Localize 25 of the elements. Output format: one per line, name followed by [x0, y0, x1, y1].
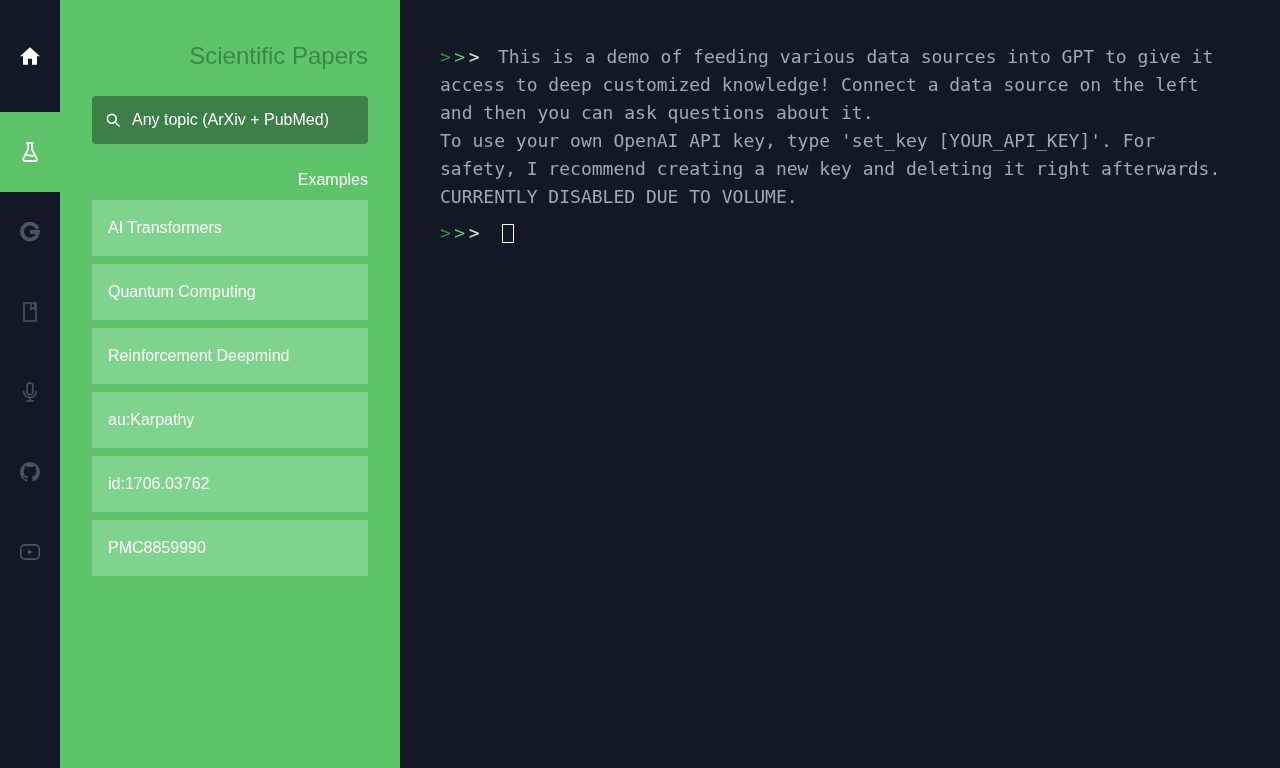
prompt: >>> — [440, 46, 484, 67]
prompt: >>> — [440, 221, 484, 245]
search-field[interactable]: Any topic (ArXiv + PubMed) — [92, 96, 368, 144]
flask-icon — [20, 142, 40, 162]
github-icon — [20, 462, 40, 482]
example-button[interactable]: Quantum Computing — [92, 264, 368, 320]
panel-title: Scientific Papers — [189, 41, 368, 71]
output-text: This is a demo of feeding various data sources into GPT to give it — [498, 46, 1214, 67]
command-input[interactable] — [502, 223, 515, 243]
search-icon — [106, 113, 120, 127]
output-text: access to deep customized knowledge! Connect a data source on the left and then you can ask questions about it. — [440, 73, 1200, 125]
microphone-icon — [20, 382, 40, 402]
example-button[interactable]: Reinforcement Deepmind — [92, 328, 368, 384]
example-button[interactable]: PMC8859990 — [92, 520, 368, 576]
bookmarked-book-icon — [20, 302, 40, 322]
output-text: To use your own OpenAI API key, type 'set_key [YOUR_API_KEY]'. For safety, I recommend creating a new key and deleting it right afterwards. — [440, 129, 1222, 181]
example-button[interactable]: id:1706.03762 — [92, 456, 368, 512]
letter-g-icon — [20, 222, 40, 242]
example-button[interactable]: au:Karpathy — [92, 392, 368, 448]
examples-label: Examples — [297, 170, 368, 190]
example-button[interactable]: AI Transformers — [92, 200, 368, 256]
output-text: CURRENTLY DISABLED DUE TO VOLUME. — [440, 185, 799, 209]
home-icon[interactable] — [20, 46, 40, 66]
nav-item[interactable] — [0, 112, 60, 192]
video-play-icon — [20, 542, 40, 562]
